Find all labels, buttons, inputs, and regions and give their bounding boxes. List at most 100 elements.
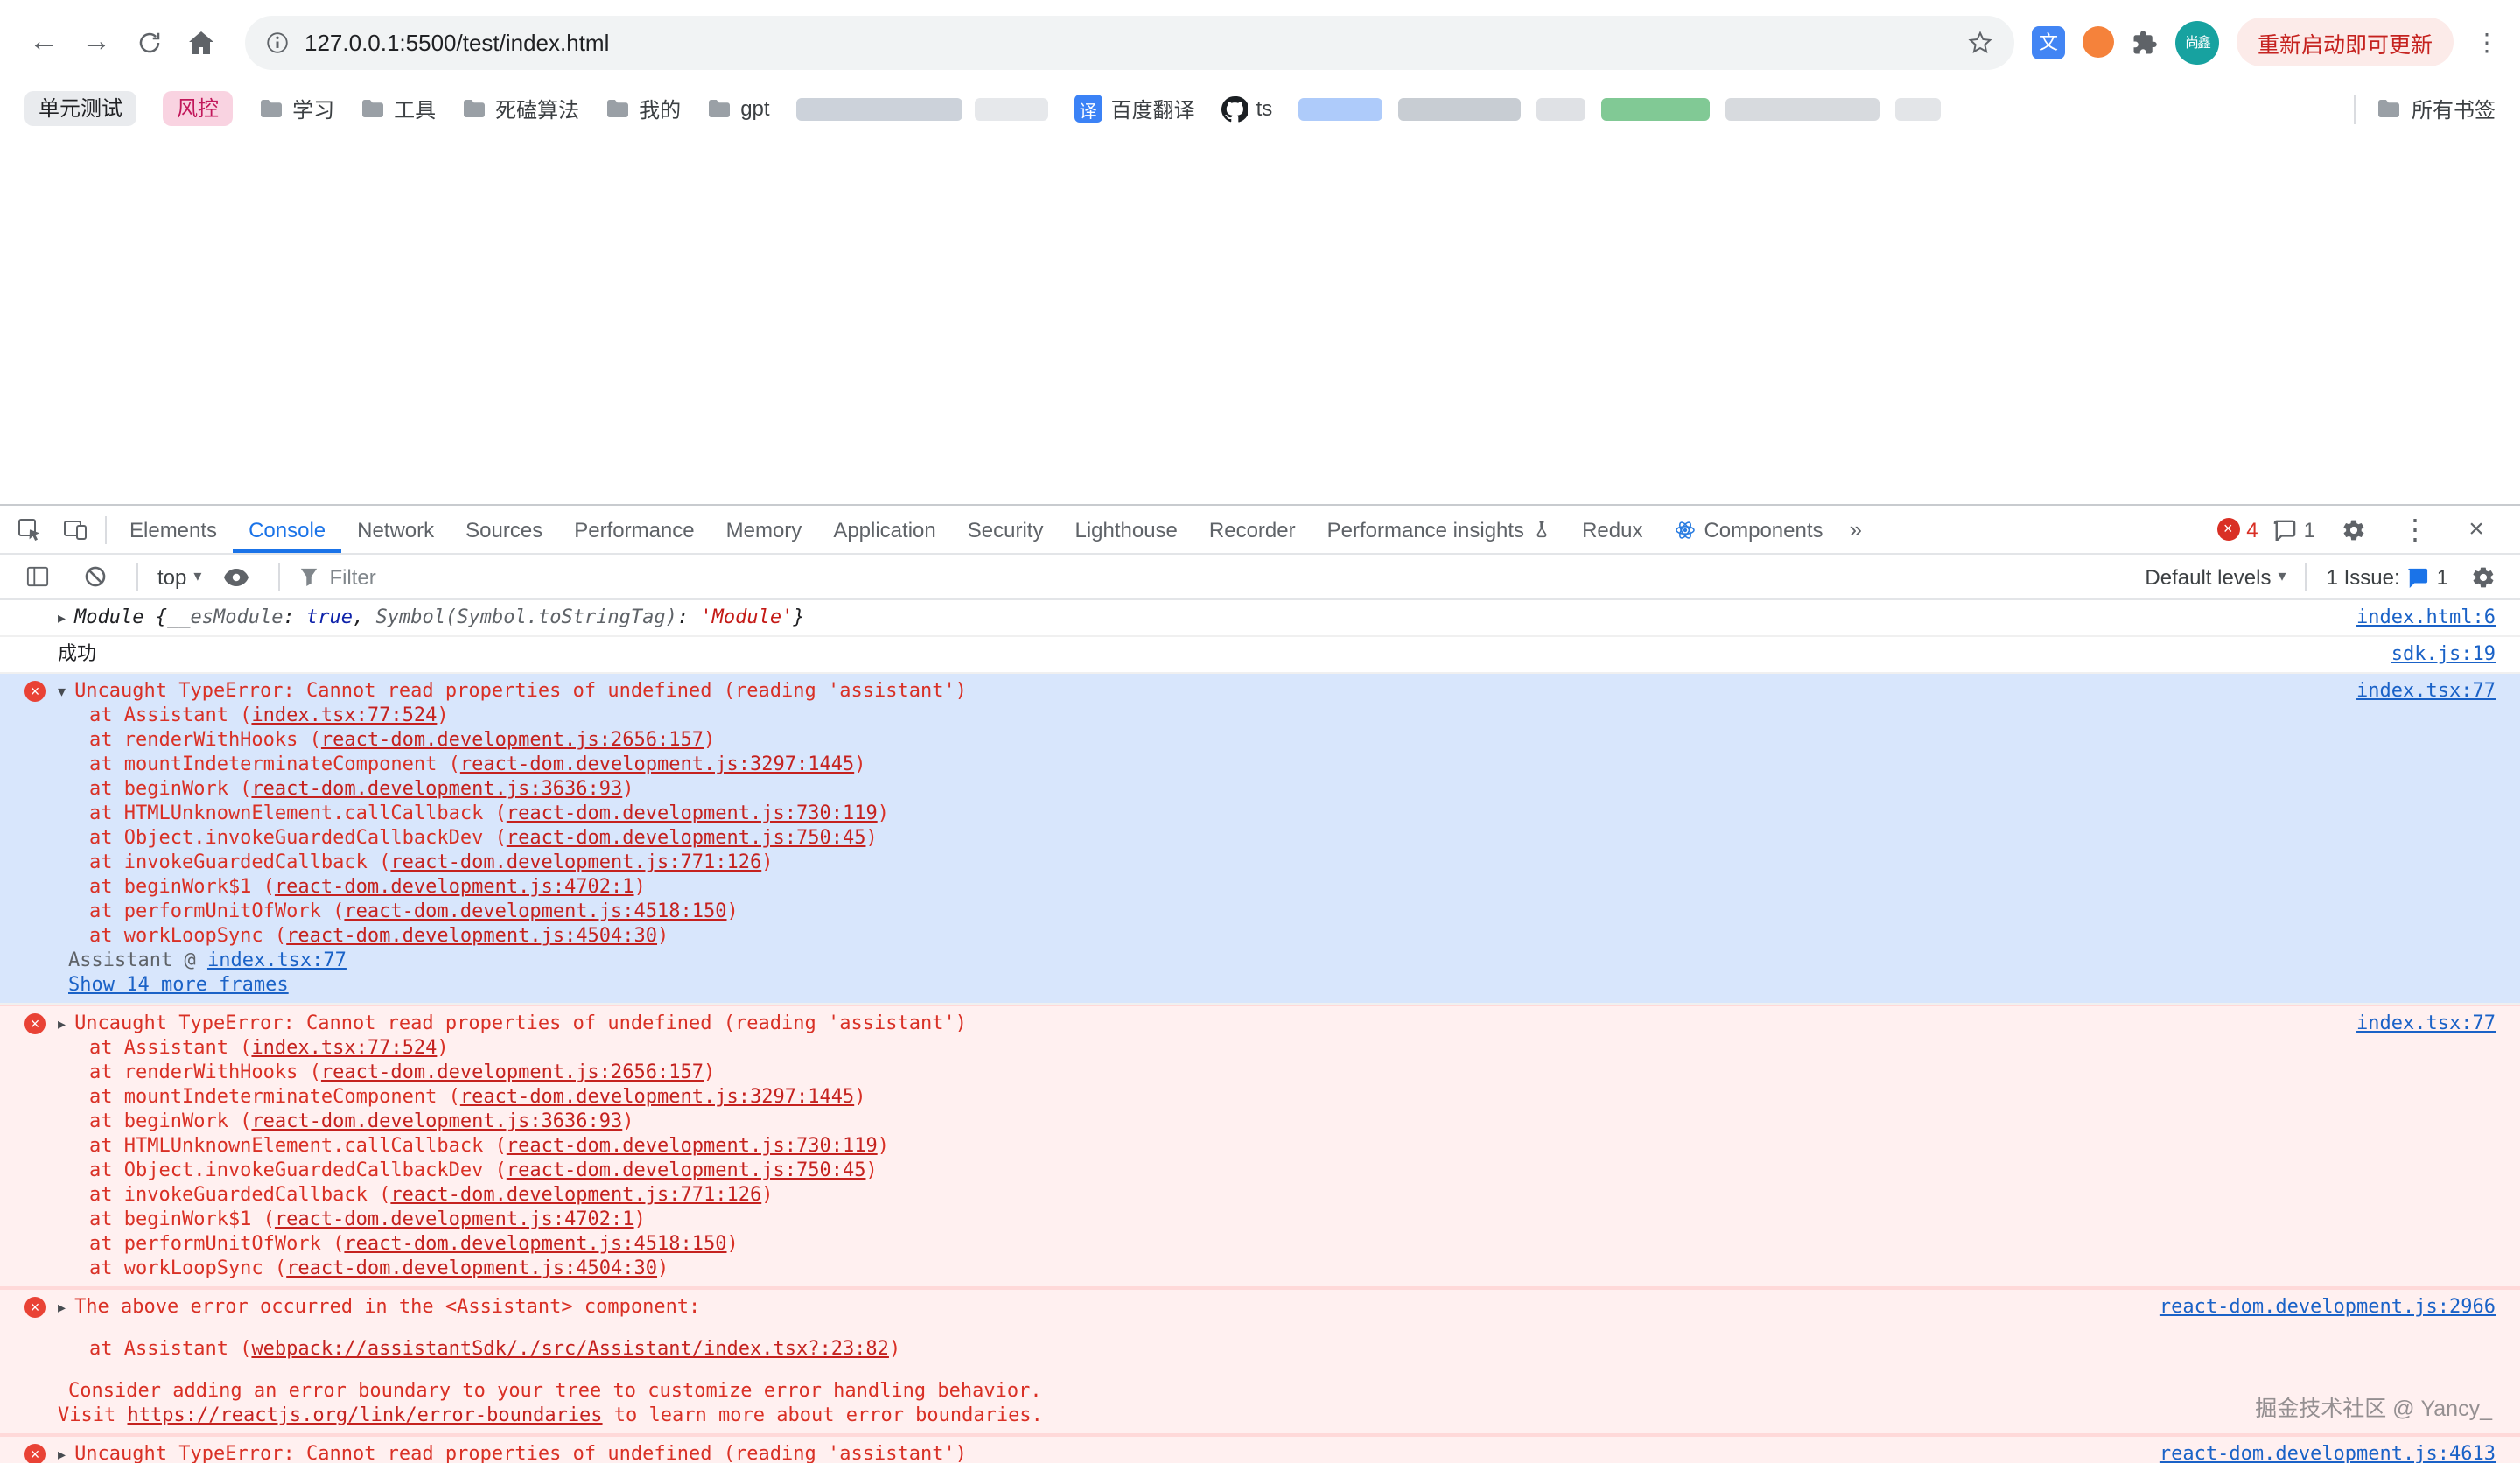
message-count-indicator[interactable]: 1 xyxy=(2274,517,2315,542)
stack-frame-link[interactable]: react-dom.development.js:4518:150 xyxy=(344,900,726,922)
bookmark-baidu-translate[interactable]: 译 百度翻译 xyxy=(1074,94,1195,123)
issues-indicator[interactable]: 1 Issue: 1 xyxy=(2327,564,2448,589)
extensions-puzzle-icon[interactable] xyxy=(2132,29,2158,55)
tab-performance[interactable]: Performance xyxy=(558,506,710,553)
source-link[interactable]: react-dom.development.js:4613 xyxy=(2160,1442,2496,1463)
tab-recorder[interactable]: Recorder xyxy=(1194,506,1312,553)
console-error-boundary[interactable]: × ▸The above error occurred in the <Assi… xyxy=(0,1288,2520,1435)
tab-elements[interactable]: Elements xyxy=(114,506,233,553)
stack-frame-link[interactable]: react-dom.development.js:4702:1 xyxy=(275,1208,634,1230)
devtools-menu-button[interactable]: ⋮ xyxy=(2392,508,2438,550)
expand-caret-icon[interactable]: ▸ xyxy=(58,1015,66,1032)
eye-watch-button[interactable] xyxy=(214,556,259,598)
all-bookmarks-button[interactable]: 所有书签 xyxy=(2354,94,2496,123)
tab-application[interactable]: Application xyxy=(817,506,951,553)
expand-caret-icon[interactable]: ▸ xyxy=(58,1446,66,1463)
source-link[interactable]: index.html:6 xyxy=(2356,606,2496,630)
site-info-icon[interactable] xyxy=(266,31,289,53)
bookmark-folder-mine[interactable]: 我的 xyxy=(606,94,681,123)
clear-console-button[interactable] xyxy=(72,556,117,598)
source-link[interactable]: index.tsx:77 xyxy=(2356,1012,2496,1036)
address-bar[interactable]: 127.0.0.1:5500/test/index.html xyxy=(245,15,2014,69)
tab-network[interactable]: Network xyxy=(341,506,450,553)
orange-extension-icon[interactable] xyxy=(2082,26,2114,58)
home-button[interactable] xyxy=(175,16,228,68)
stack-frame-link[interactable]: react-dom.development.js:771:126 xyxy=(390,1183,761,1206)
stack-frame-link[interactable]: react-dom.development.js:3297:1445 xyxy=(460,1085,854,1108)
expand-caret-icon[interactable]: ▸ xyxy=(58,609,66,626)
tab-lighthouse[interactable]: Lighthouse xyxy=(1059,506,1193,553)
filter-field[interactable] xyxy=(299,564,684,589)
source-link[interactable]: index.tsx:77 xyxy=(2356,679,2496,704)
console-log-module[interactable]: ▸Module {__esModule: true, Symbol(Symbol… xyxy=(0,600,2520,637)
origin-source-link[interactable]: index.tsx:77 xyxy=(207,948,346,971)
forward-button[interactable]: → xyxy=(70,16,122,68)
stack-frame-link[interactable]: react-dom.development.js:771:126 xyxy=(390,850,761,873)
tab-sources[interactable]: Sources xyxy=(450,506,558,553)
stack-frame-link[interactable]: index.tsx:77:524 xyxy=(251,704,437,726)
stack-frame-link[interactable]: webpack://assistantSdk/./src/Assistant/i… xyxy=(251,1337,889,1360)
devtools-close-button[interactable]: × xyxy=(2454,508,2499,550)
url-text[interactable]: 127.0.0.1:5500/test/index.html xyxy=(304,29,609,55)
tab-performance-insights[interactable]: Performance insights xyxy=(1312,506,1566,553)
console-error-repeat[interactable]: × ▸Uncaught TypeError: Cannot read prope… xyxy=(0,1004,2520,1288)
bookmark-folder-algorithms[interactable]: 死磕算法 xyxy=(462,94,579,123)
collapse-caret-icon[interactable]: ▾ xyxy=(58,682,66,700)
tab-security[interactable]: Security xyxy=(952,506,1060,553)
expand-caret-icon[interactable]: ▸ xyxy=(58,1298,66,1316)
stack-frame-link[interactable]: react-dom.development.js:3297:1445 xyxy=(460,752,854,775)
stack-frame-link[interactable]: react-dom.development.js:750:45 xyxy=(507,1158,866,1181)
tab-memory[interactable]: Memory xyxy=(710,506,818,553)
reload-button[interactable] xyxy=(122,16,175,68)
bookmark-chip-unit-test[interactable]: 单元测试 xyxy=(24,91,136,126)
tab-console[interactable]: Console xyxy=(233,506,341,553)
stack-frame-link[interactable]: react-dom.development.js:3636:93 xyxy=(251,1110,622,1132)
context-selector[interactable]: top ▾ xyxy=(158,564,201,589)
devtools-settings-button[interactable] xyxy=(2331,508,2376,550)
source-link[interactable]: sdk.js:19 xyxy=(2391,642,2496,667)
more-tabs-button[interactable]: » xyxy=(1839,516,1872,542)
stack-frame-link[interactable]: react-dom.development.js:730:119 xyxy=(507,802,878,824)
console-sidebar-toggle[interactable] xyxy=(14,556,60,598)
stack-frame: at beginWork (react-dom.development.js:3… xyxy=(58,777,2328,802)
console-log-success[interactable]: 成功 sdk.js:19 xyxy=(0,637,2520,674)
stack-frame-link[interactable]: react-dom.development.js:4518:150 xyxy=(344,1232,726,1255)
show-more-frames-link[interactable]: Show 14 more frames xyxy=(68,973,289,996)
device-toolbar-button[interactable] xyxy=(52,508,98,550)
bookmark-star-icon[interactable] xyxy=(1967,29,1993,55)
experiment-flask-icon xyxy=(1533,520,1550,539)
bookmark-folder-study[interactable]: 学习 xyxy=(259,94,334,123)
bookmark-chip-risk[interactable]: 风控 xyxy=(163,91,233,126)
log-levels-selector[interactable]: Default levels ▾ xyxy=(2145,564,2286,589)
stack-frame-link[interactable]: react-dom.development.js:2656:157 xyxy=(321,1060,704,1083)
console-error-selected[interactable]: × ▾Uncaught TypeError: Cannot read prope… xyxy=(0,674,2520,1004)
stack-frame-link[interactable]: index.tsx:77:524 xyxy=(251,1036,437,1059)
stack-frame: at Assistant (index.tsx:77:524) xyxy=(58,704,2328,728)
bookmark-folder-tools[interactable]: 工具 xyxy=(360,94,436,123)
back-button[interactable]: ← xyxy=(18,16,70,68)
message-count: 1 xyxy=(2304,517,2315,542)
translate-extension-icon[interactable]: 文 xyxy=(2032,25,2065,59)
stack-frame-link[interactable]: react-dom.development.js:4504:30 xyxy=(286,924,657,947)
profile-avatar[interactable]: 尚鑫 xyxy=(2175,20,2219,64)
stack-frame-link[interactable]: react-dom.development.js:3636:93 xyxy=(251,777,622,800)
stack-frame-link[interactable]: react-dom.development.js:2656:157 xyxy=(321,728,704,751)
filter-input[interactable] xyxy=(329,564,644,589)
error-count-indicator[interactable]: × 4 xyxy=(2216,517,2258,542)
console-error-partial[interactable]: × ▸Uncaught TypeError: Cannot read prope… xyxy=(0,1435,2520,1463)
tab-redux[interactable]: Redux xyxy=(1566,506,1658,553)
stack-frame-link[interactable]: react-dom.development.js:730:119 xyxy=(507,1134,878,1157)
chevron-down-icon: ▾ xyxy=(2278,567,2286,586)
tab-components[interactable]: Components xyxy=(1658,506,1838,553)
browser-menu-button[interactable]: ⋮ xyxy=(2471,27,2502,57)
bookmark-folder-gpt[interactable]: gpt xyxy=(707,96,769,121)
bookmark-github-ts[interactable]: ts xyxy=(1222,95,1273,122)
stack-frame-link[interactable]: react-dom.development.js:4504:30 xyxy=(286,1256,657,1279)
error-boundaries-link[interactable]: https://reactjs.org/link/error-boundarie… xyxy=(128,1404,603,1426)
restart-to-update-button[interactable]: 重新启动即可更新 xyxy=(2236,18,2454,66)
inspect-element-button[interactable] xyxy=(7,508,52,550)
source-link[interactable]: react-dom.development.js:2966 xyxy=(2160,1295,2496,1320)
stack-frame-link[interactable]: react-dom.development.js:750:45 xyxy=(507,826,866,849)
console-settings-button[interactable] xyxy=(2460,556,2506,598)
stack-frame-link[interactable]: react-dom.development.js:4702:1 xyxy=(275,875,634,898)
